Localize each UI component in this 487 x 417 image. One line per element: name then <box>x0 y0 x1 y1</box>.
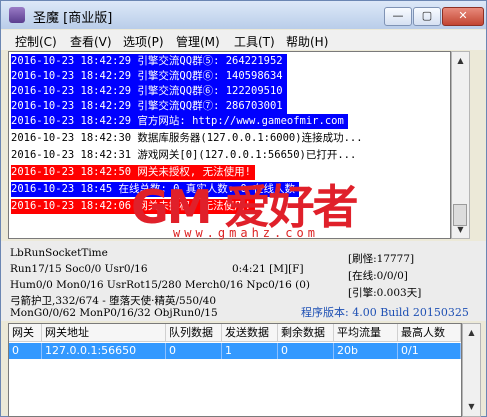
log-scrollbar[interactable]: ▲ ▼ <box>451 51 470 239</box>
run-stats: Run17/15 Soc0/0 Usr0/16 <box>10 263 148 275</box>
refresh-count: [刷怪:17777] <box>348 253 415 265</box>
col-header-avg-traffic[interactable]: 平均流量 <box>334 324 398 342</box>
close-button[interactable]: ✕ <box>442 7 484 26</box>
title-bar[interactable]: 圣魔 [商业版] — ▢ ✕ <box>1 1 486 29</box>
socket-time-label: LbRunSocketTime <box>10 247 108 259</box>
cell-address: 127.0.0.1:56650 <box>42 343 166 359</box>
minimize-button[interactable]: — <box>384 7 412 26</box>
scroll-up-icon[interactable]: ▲ <box>452 52 469 69</box>
log-line: 2016-10-23 18:45 在线总数: 0 真实人数: 0 在线人数 <box>11 182 300 197</box>
window-title: 圣魔 [商业版] <box>33 11 113 26</box>
program-version: 程序版本: 4.00 Build 20150325 <box>301 306 469 319</box>
table-scroll-up-icon[interactable]: ▲ <box>463 324 480 341</box>
menu-manage[interactable]: 管理(M) <box>176 33 220 50</box>
col-header-max-users[interactable]: 最高人数 <box>398 324 461 342</box>
log-line: 2016-10-23 18:42:31 游戏网关[0](127.0.0.1:56… <box>11 149 357 161</box>
app-icon <box>9 7 25 23</box>
gateway-table: 网关 网关地址 队列数据 发送数据 剩余数据 平均流量 最高人数 0 127.0… <box>8 323 462 417</box>
cell-queue: 0 <box>166 343 222 359</box>
col-header-address[interactable]: 网关地址 <box>42 324 166 342</box>
col-header-sent[interactable]: 发送数据 <box>222 324 278 342</box>
status-panel: LbRunSocketTime Run17/15 Soc0/0 Usr0/16 … <box>1 241 486 321</box>
col-header-gateway[interactable]: 网关 <box>9 324 42 342</box>
role-stats: 弓箭护卫,332/674 - 堕落天使·精英/550/40 <box>10 295 216 307</box>
menu-view[interactable]: 查看(V) <box>70 33 112 50</box>
maximize-button[interactable]: ▢ <box>413 7 441 26</box>
cell-gateway: 0 <box>9 343 42 359</box>
mon-stats: MonG0/0/62 MonP0/16/32 ObjRun0/15 <box>10 307 218 319</box>
log-line: 2016-10-23 18:42:50 网关未授权, 无法使用! <box>11 165 255 180</box>
menu-help[interactable]: 帮助(H) <box>286 33 328 50</box>
menu-options[interactable]: 选项(P) <box>123 33 164 50</box>
log-line: 2016-10-23 18:42:06 网关未授权, 无法使用! <box>11 199 255 214</box>
hum-stats: Hum0/0 Mon0/16 UsrRot15/280 Merch0/16 Np… <box>10 279 310 291</box>
cell-avg-traffic: 20b <box>334 343 398 359</box>
table-scrollbar[interactable]: ▲ ▼ <box>462 323 481 417</box>
cell-remaining: 0 <box>278 343 334 359</box>
menu-tools[interactable]: 工具(T) <box>234 33 275 50</box>
cell-sent: 1 <box>222 343 278 359</box>
table-scroll-down-icon[interactable]: ▼ <box>463 398 480 415</box>
main-window: 圣魔 [商业版] — ▢ ✕ 控制(C) 查看(V) 选项(P) 管理(M) 工… <box>0 0 487 417</box>
col-header-queue[interactable]: 队列数据 <box>166 324 222 342</box>
engine-runtime: [引擎:0.003天] <box>348 287 422 299</box>
col-header-remaining[interactable]: 剩余数据 <box>278 324 334 342</box>
log-line: 2016-10-23 18:42:30 数据库服务器(127.0.0.1:600… <box>11 132 363 144</box>
log-panel[interactable]: 2016-10-23 18:42:29 引擎交流QQ群⑤: 264221952 … <box>8 51 451 239</box>
menu-bar: 控制(C) 查看(V) 选项(P) 管理(M) 工具(T) 帮助(H) <box>1 30 486 50</box>
log-line: 2016-10-23 18:42:29 引擎交流QQ群⑥: 122209510 <box>11 84 287 99</box>
log-line: 2016-10-23 18:42:29 引擎交流QQ群⑤: 264221952 <box>11 54 287 69</box>
clock-readout: 0:4:21 [M][F] <box>232 263 304 275</box>
menu-control[interactable]: 控制(C) <box>15 33 57 50</box>
online-count: [在线:0/0/0] <box>348 270 408 282</box>
log-line: 2016-10-23 18:42:29 引擎交流QQ群⑥: 140598634 <box>11 69 287 84</box>
log-line: 2016-10-23 18:42:29 官方网站: http://www.gam… <box>11 114 348 129</box>
scroll-down-icon[interactable]: ▼ <box>452 221 469 238</box>
cell-max-users: 0/1 <box>398 343 461 359</box>
log-line: 2016-10-23 18:42:29 引擎交流QQ群⑦: 286703001 <box>11 99 287 114</box>
